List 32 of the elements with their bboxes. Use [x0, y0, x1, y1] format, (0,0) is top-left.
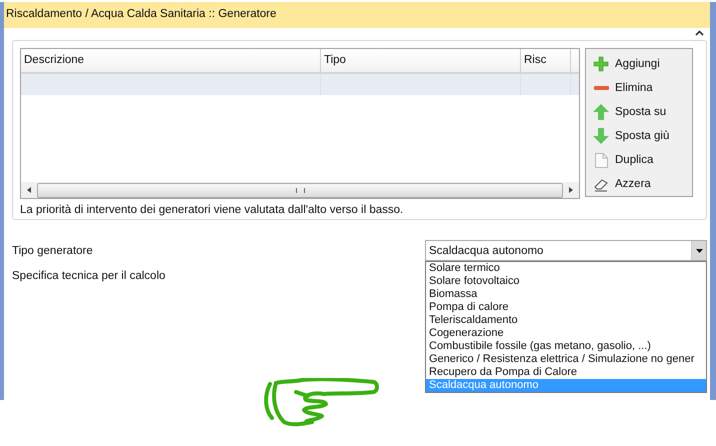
dropdown-option[interactable]: Combustibile fossile (gas metano, gasolio, ...): [426, 340, 706, 353]
toolbar-button[interactable]: Azzera: [591, 172, 653, 196]
column-header[interactable]: Tipo: [321, 49, 521, 72]
toolbar-button[interactable]: Sposta su: [591, 100, 668, 124]
toolbar-button[interactable]: Sposta giù: [591, 124, 672, 148]
hint-text: La priorità di intervento dei generatori viene valutata dall'alto verso il basso.: [20, 203, 404, 216]
generator-type-dropdown[interactable]: Scaldacqua autonomo: [425, 240, 707, 261]
document-icon: [593, 152, 609, 168]
field-label: Specifica tecnica per il calcolo: [12, 269, 166, 282]
dropdown-option[interactable]: Cogenerazione: [426, 327, 706, 340]
dropdown-option[interactable]: Biomassa: [426, 288, 706, 301]
plus-icon: [593, 56, 609, 72]
window-title: Riscaldamento / Acqua Calda Sanitaria :: Generatore: [0, 2, 716, 28]
down-arrow-icon: [593, 128, 609, 144]
dropdown-arrow-icon[interactable]: [696, 248, 702, 252]
dropdown-option[interactable]: Recupero da Pompa di Calore: [426, 366, 706, 379]
dropdown-option[interactable]: Solare fotovoltaico: [426, 275, 706, 288]
up-arrow-icon: [593, 104, 609, 120]
scroll-left-icon[interactable]: [25, 186, 33, 194]
collapse-chevron-icon[interactable]: [695, 30, 704, 36]
dropdown-option[interactable]: Solare termico: [426, 262, 706, 275]
toolbar-button[interactable]: Aggiungi: [591, 52, 662, 76]
toolbar-button[interactable]: Duplica: [591, 148, 656, 172]
dropdown-option[interactable]: Teleriscaldamento: [426, 314, 706, 327]
column-header[interactable]: Risc: [521, 49, 571, 72]
dropdown-option[interactable]: Pompa di calore: [426, 301, 706, 314]
dropdown-option[interactable]: Generico / Resistenza elettrica / Simulazione no gener: [426, 353, 706, 366]
column-header[interactable]: Descrizione: [21, 49, 321, 72]
toolbar-button[interactable]: Elimina: [591, 76, 655, 100]
scroll-right-icon[interactable]: [567, 186, 575, 194]
field-label: Tipo generatore: [12, 244, 93, 257]
horizontal-scrollbar[interactable]: [21, 182, 579, 198]
